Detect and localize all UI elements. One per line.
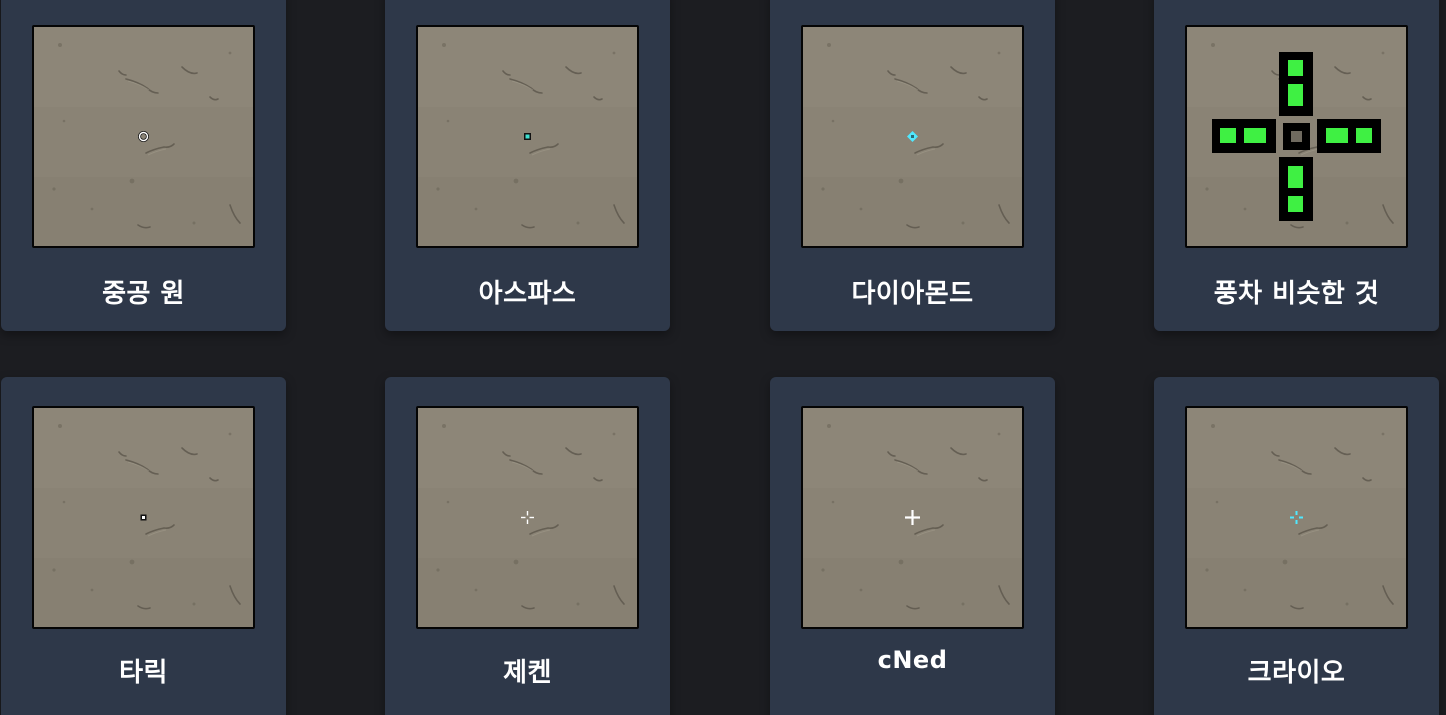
- crosshair-grid: 중공 원 아스파스 다이아몬드 풍차 비슷한 것 타릭 제켄 cNed 크라이오: [0, 0, 1446, 715]
- crosshair-card-plus[interactable]: cNed: [770, 377, 1055, 715]
- crosshair-preview: [32, 25, 255, 248]
- crosshair-label: cNed: [877, 646, 948, 674]
- crosshair-card-gap-cross-cyan[interactable]: 크라이오: [1154, 377, 1439, 715]
- crosshair-preview: [1185, 25, 1408, 248]
- crosshair-label: 크라이오: [1247, 658, 1346, 688]
- crosshair-preview: [416, 406, 639, 629]
- crosshair-card-small-dot[interactable]: 타릭: [1, 377, 286, 715]
- outlined-square-crosshair-icon: [524, 133, 531, 140]
- diamond-crosshair-icon: [907, 131, 918, 142]
- crosshair-preview: [801, 406, 1024, 629]
- crosshair-label: 타릭: [119, 658, 168, 688]
- plus-crosshair-icon: [905, 510, 920, 525]
- crosshair-card-hollow-circle[interactable]: 중공 원: [1, 0, 286, 331]
- crosshair-card-outlined-cross[interactable]: 풍차 비슷한 것: [1154, 0, 1439, 331]
- crosshair-label: 중공 원: [102, 279, 185, 309]
- hollow-circle-crosshair-icon: [138, 131, 149, 142]
- crosshair-preview: [1185, 406, 1408, 629]
- gap-cross-crosshair-icon: [521, 511, 534, 524]
- small-dot-crosshair-icon: [140, 514, 147, 521]
- crosshair-label: 아스파스: [478, 279, 577, 309]
- crosshair-preview: [416, 25, 639, 248]
- crosshair-preview: [32, 406, 255, 629]
- cyan-gap-cross-crosshair-icon: [1290, 511, 1303, 524]
- crosshair-label: 제켄: [503, 658, 552, 688]
- crosshair-card-diamond[interactable]: 다이아몬드: [770, 0, 1055, 331]
- crosshair-card-gap-cross[interactable]: 제켄: [385, 377, 670, 715]
- crosshair-preview: [801, 25, 1024, 248]
- crosshair-label: 풍차 비슷한 것: [1213, 279, 1380, 309]
- crosshair-label: 다이아몬드: [851, 279, 974, 309]
- crosshair-card-outlined-square[interactable]: 아스파스: [385, 0, 670, 331]
- windmill-crosshair-icon: [1212, 52, 1381, 221]
